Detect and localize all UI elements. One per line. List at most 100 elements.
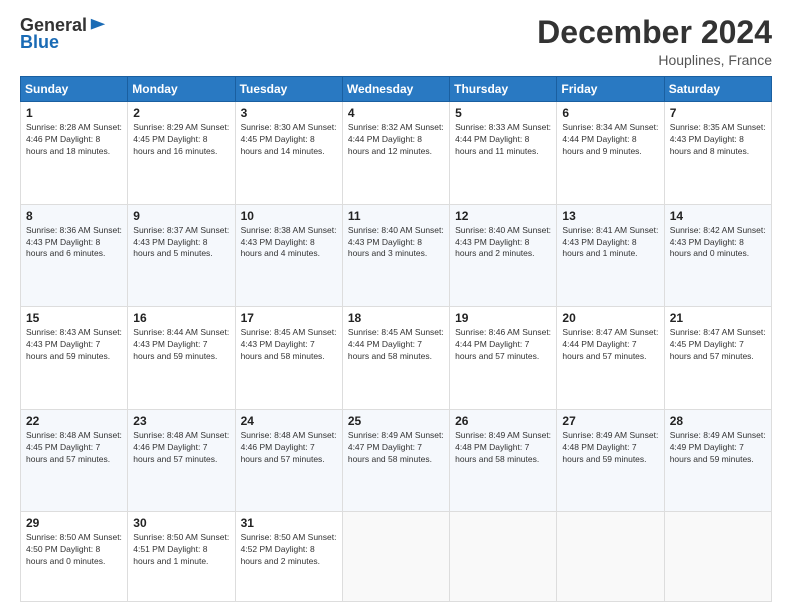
table-row: 12 Sunrise: 8:40 AM Sunset: 4:43 PM Dayli… — [450, 204, 557, 307]
col-thursday: Thursday — [450, 77, 557, 102]
day-info: Sunrise: 8:48 AM Sunset: 4:46 PM Dayligh… — [241, 430, 337, 466]
day-info: Sunrise: 8:49 AM Sunset: 4:48 PM Dayligh… — [455, 430, 551, 466]
table-row: 5Sunrise: 8:33 AM Sunset: 4:44 PM Daylig… — [450, 102, 557, 205]
day-number: 21 — [670, 311, 766, 325]
day-number: 8 — [26, 209, 122, 223]
day-info: Sunrise: 8:48 AM Sunset: 4:45 PM Dayligh… — [26, 430, 122, 466]
logo-flag-icon — [89, 17, 107, 35]
day-info: Sunrise: 8:44 AM Sunset: 4:43 PM Dayligh… — [133, 327, 229, 363]
table-row: 14 Sunrise: 8:42 AM Sunset: 4:43 PM Dayli… — [664, 204, 771, 307]
table-row: 8 Sunrise: 8:36 AM Sunset: 4:43 PM Daylig… — [21, 204, 128, 307]
day-number: 5 — [455, 106, 551, 120]
day-number: 19 — [455, 311, 551, 325]
col-wednesday: Wednesday — [342, 77, 449, 102]
col-sunday: Sunday — [21, 77, 128, 102]
logo: General Blue — [20, 15, 107, 53]
table-row: 11 Sunrise: 8:40 AM Sunset: 4:43 PM Dayli… — [342, 204, 449, 307]
table-row: 23Sunrise: 8:48 AM Sunset: 4:46 PM Dayli… — [128, 409, 235, 512]
day-number: 2 — [133, 106, 229, 120]
day-info: Sunrise: 8:38 AM Sunset: 4:43 PM Dayligh… — [241, 225, 337, 261]
title-block: December 2024 Houplines, France — [537, 15, 772, 68]
day-info: Sunrise: 8:45 AM Sunset: 4:44 PM Dayligh… — [348, 327, 444, 363]
table-row: 9 Sunrise: 8:37 AM Sunset: 4:43 PM Daylig… — [128, 204, 235, 307]
table-row — [450, 512, 557, 602]
table-row: 17 Sunrise: 8:45 AM Sunset: 4:43 PM Dayli… — [235, 307, 342, 410]
day-number: 20 — [562, 311, 658, 325]
day-info: Sunrise: 8:45 AM Sunset: 4:43 PM Dayligh… — [241, 327, 337, 363]
day-number: 7 — [670, 106, 766, 120]
day-info: Sunrise: 8:47 AM Sunset: 4:44 PM Dayligh… — [562, 327, 658, 363]
day-number: 6 — [562, 106, 658, 120]
day-number: 28 — [670, 414, 766, 428]
table-row: 13Sunrise: 8:41 AM Sunset: 4:43 PM Dayli… — [557, 204, 664, 307]
day-number: 15 — [26, 311, 122, 325]
day-number: 26 — [455, 414, 551, 428]
day-number: 14 — [670, 209, 766, 223]
table-row: 15Sunrise: 8:43 AM Sunset: 4:43 PM Dayli… — [21, 307, 128, 410]
day-number: 12 — [455, 209, 551, 223]
day-info: Sunrise: 8:32 AM Sunset: 4:44 PM Dayligh… — [348, 122, 444, 158]
day-number: 18 — [348, 311, 444, 325]
table-row: 10 Sunrise: 8:38 AM Sunset: 4:43 PM Dayli… — [235, 204, 342, 307]
day-info: Sunrise: 8:36 AM Sunset: 4:43 PM Dayligh… — [26, 225, 122, 261]
table-row — [557, 512, 664, 602]
table-row: 18 Sunrise: 8:45 AM Sunset: 4:44 PM Dayli… — [342, 307, 449, 410]
day-info: Sunrise: 8:42 AM Sunset: 4:43 PM Dayligh… — [670, 225, 766, 261]
page: General Blue December 2024 Houplines, Fr… — [0, 0, 792, 612]
table-row: 1Sunrise: 8:28 AM Sunset: 4:46 PM Daylig… — [21, 102, 128, 205]
day-info: Sunrise: 8:35 AM Sunset: 4:43 PM Dayligh… — [670, 122, 766, 158]
table-row: 30 Sunrise: 8:50 AM Sunset: 4:51 PM Dayli… — [128, 512, 235, 602]
day-info: Sunrise: 8:37 AM Sunset: 4:43 PM Dayligh… — [133, 225, 229, 261]
day-info: Sunrise: 8:50 AM Sunset: 4:51 PM Dayligh… — [133, 532, 229, 568]
day-info: Sunrise: 8:40 AM Sunset: 4:43 PM Dayligh… — [348, 225, 444, 261]
day-number: 31 — [241, 516, 337, 530]
header: General Blue December 2024 Houplines, Fr… — [20, 15, 772, 68]
day-number: 24 — [241, 414, 337, 428]
day-number: 27 — [562, 414, 658, 428]
col-monday: Monday — [128, 77, 235, 102]
day-info: Sunrise: 8:40 AM Sunset: 4:43 PM Dayligh… — [455, 225, 551, 261]
table-row: 31 Sunrise: 8:50 AM Sunset: 4:52 PM Dayli… — [235, 512, 342, 602]
col-friday: Friday — [557, 77, 664, 102]
day-info: Sunrise: 8:50 AM Sunset: 4:50 PM Dayligh… — [26, 532, 122, 568]
day-info: Sunrise: 8:41 AM Sunset: 4:43 PM Dayligh… — [562, 225, 658, 261]
day-number: 1 — [26, 106, 122, 120]
table-row: 24 Sunrise: 8:48 AM Sunset: 4:46 PM Dayli… — [235, 409, 342, 512]
day-number: 16 — [133, 311, 229, 325]
table-row: 6 Sunrise: 8:34 AM Sunset: 4:44 PM Daylig… — [557, 102, 664, 205]
day-number: 17 — [241, 311, 337, 325]
table-row: 20 Sunrise: 8:47 AM Sunset: 4:44 PM Dayli… — [557, 307, 664, 410]
table-row: 19Sunrise: 8:46 AM Sunset: 4:44 PM Dayli… — [450, 307, 557, 410]
day-number: 29 — [26, 516, 122, 530]
day-number: 11 — [348, 209, 444, 223]
day-number: 30 — [133, 516, 229, 530]
table-row: 16 Sunrise: 8:44 AM Sunset: 4:43 PM Dayli… — [128, 307, 235, 410]
day-info: Sunrise: 8:30 AM Sunset: 4:45 PM Dayligh… — [241, 122, 337, 158]
table-row: 4 Sunrise: 8:32 AM Sunset: 4:44 PM Daylig… — [342, 102, 449, 205]
location: Houplines, France — [537, 52, 772, 68]
day-number: 4 — [348, 106, 444, 120]
day-info: Sunrise: 8:49 AM Sunset: 4:48 PM Dayligh… — [562, 430, 658, 466]
day-number: 10 — [241, 209, 337, 223]
table-row: 27 Sunrise: 8:49 AM Sunset: 4:48 PM Dayli… — [557, 409, 664, 512]
table-row — [664, 512, 771, 602]
table-row: 22 Sunrise: 8:48 AM Sunset: 4:45 PM Dayli… — [21, 409, 128, 512]
table-row: 21 Sunrise: 8:47 AM Sunset: 4:45 PM Dayli… — [664, 307, 771, 410]
col-tuesday: Tuesday — [235, 77, 342, 102]
table-row: 28Sunrise: 8:49 AM Sunset: 4:49 PM Dayli… — [664, 409, 771, 512]
day-number: 23 — [133, 414, 229, 428]
day-number: 22 — [26, 414, 122, 428]
day-number: 25 — [348, 414, 444, 428]
calendar: Sunday Monday Tuesday Wednesday Thursday… — [20, 76, 772, 602]
table-row — [342, 512, 449, 602]
table-row: 29 Sunrise: 8:50 AM Sunset: 4:50 PM Dayli… — [21, 512, 128, 602]
day-info: Sunrise: 8:34 AM Sunset: 4:44 PM Dayligh… — [562, 122, 658, 158]
day-info: Sunrise: 8:49 AM Sunset: 4:47 PM Dayligh… — [348, 430, 444, 466]
table-row: 26 Sunrise: 8:49 AM Sunset: 4:48 PM Dayli… — [450, 409, 557, 512]
logo-blue-text: Blue — [20, 32, 59, 53]
table-row: 7 Sunrise: 8:35 AM Sunset: 4:43 PM Daylig… — [664, 102, 771, 205]
day-info: Sunrise: 8:47 AM Sunset: 4:45 PM Dayligh… — [670, 327, 766, 363]
day-info: Sunrise: 8:50 AM Sunset: 4:52 PM Dayligh… — [241, 532, 337, 568]
day-number: 9 — [133, 209, 229, 223]
table-row: 3Sunrise: 8:30 AM Sunset: 4:45 PM Daylig… — [235, 102, 342, 205]
